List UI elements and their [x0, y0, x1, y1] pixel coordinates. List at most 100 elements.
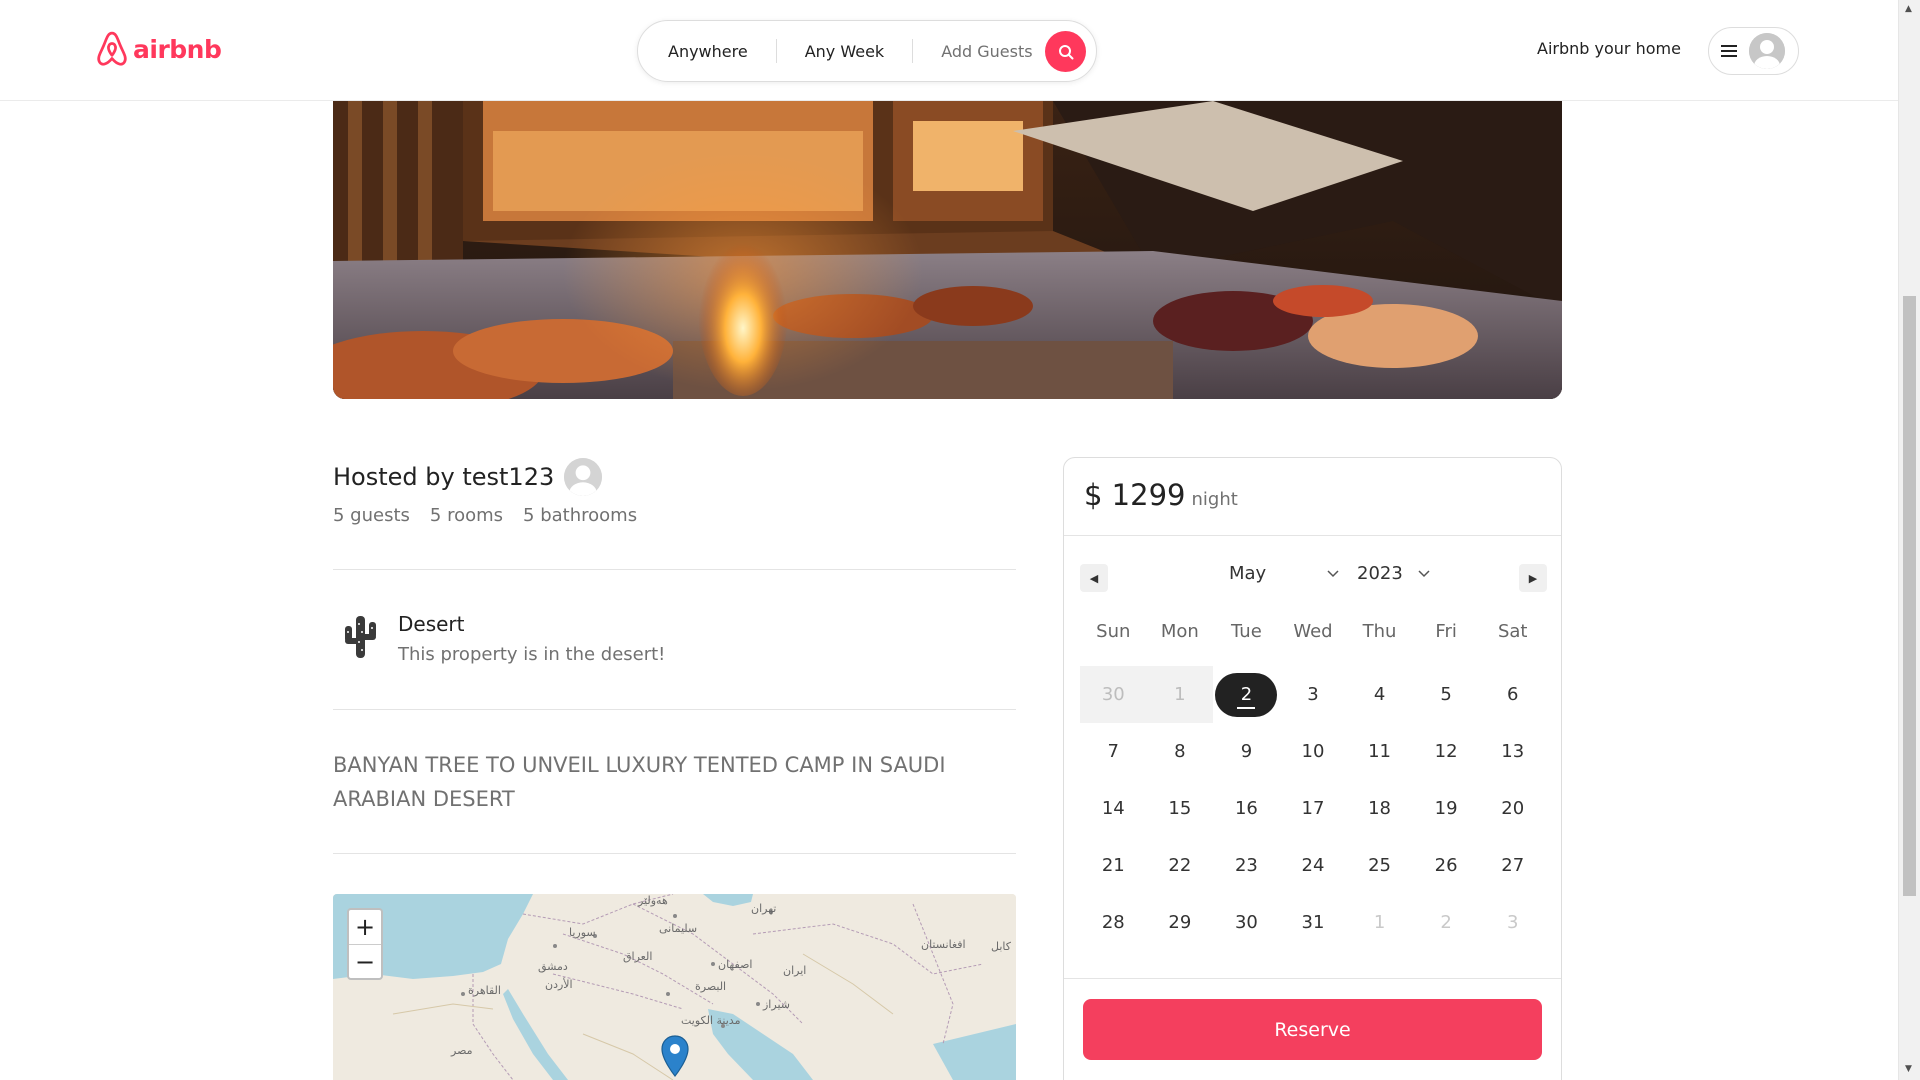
feature-title: Desert	[398, 612, 465, 636]
calendar-day[interactable]: 15	[1147, 780, 1214, 837]
calendar-day[interactable]: 25	[1346, 837, 1413, 894]
chevron-down-icon	[1418, 569, 1430, 577]
calendar-day[interactable]: 5	[1413, 666, 1480, 723]
host-your-home-link[interactable]: Airbnb your home	[1537, 39, 1681, 58]
airbnb-logo[interactable]: airbnb	[95, 30, 222, 68]
reserve-button[interactable]: Reserve	[1083, 999, 1542, 1060]
calendar-day[interactable]: 4	[1346, 666, 1413, 723]
search-bar[interactable]: Anywhere Any Week Add Guests	[637, 20, 1097, 82]
calendar-day[interactable]: 27	[1479, 837, 1546, 894]
calendar-day[interactable]: 22	[1147, 837, 1214, 894]
weekday-label: Sun	[1096, 621, 1131, 642]
calendar-day[interactable]: 3	[1280, 666, 1347, 723]
calendar-day[interactable]: 12	[1413, 723, 1480, 780]
desert-camp-photo	[333, 101, 1562, 399]
host-avatar-icon	[564, 458, 603, 496]
feature-text: Desert This property is in the desert!	[398, 612, 665, 665]
weekday-label: Mon	[1160, 621, 1199, 642]
calendar-day[interactable]: 9	[1213, 723, 1280, 780]
calendar-day-number: 3	[1506, 912, 1519, 933]
calendar-day-number: 3	[1307, 684, 1319, 705]
calendar-day[interactable]: 11	[1346, 723, 1413, 780]
calendar-day[interactable]: 26	[1413, 837, 1480, 894]
weekday-header: Sun Mon Tue Wed Thu Fri Sat	[1080, 621, 1546, 642]
calendar-day[interactable]: 14	[1080, 780, 1147, 837]
calendar-day[interactable]: 8	[1147, 723, 1214, 780]
calendar-day[interactable]: 19	[1413, 780, 1480, 837]
calendar-day[interactable]: 29	[1147, 894, 1214, 951]
map-zoom-control: + −	[347, 908, 383, 980]
map-label: القاهرة	[468, 984, 501, 997]
calendar-day-number: 28	[1101, 912, 1125, 933]
map-label: کابل	[991, 940, 1011, 953]
calendar-day-number: 19	[1434, 798, 1458, 819]
chevron-down-icon	[1327, 569, 1339, 577]
calendar-day-number: 30	[1234, 912, 1258, 933]
calendar-day: 1	[1146, 666, 1214, 723]
calendar-day[interactable]: 1	[1346, 894, 1413, 951]
calendar-day[interactable]: 3	[1479, 894, 1546, 951]
calendar-day-number: 16	[1234, 798, 1258, 819]
calendar-day[interactable]: 16	[1213, 780, 1280, 837]
airbnb-logo-icon	[97, 31, 127, 66]
calendar-day-number: 8	[1174, 741, 1186, 762]
price-row: $ 1299 night	[1084, 478, 1238, 512]
calendar-day[interactable]: 2	[1413, 894, 1480, 951]
month-select[interactable]: May	[1229, 563, 1346, 584]
calendar-day-selected[interactable]: 2	[1213, 666, 1280, 723]
search-icon	[1058, 44, 1073, 59]
calendar-day[interactable]: 17	[1280, 780, 1347, 837]
calendar-day[interactable]: 23	[1213, 837, 1280, 894]
search-button[interactable]	[1045, 31, 1086, 72]
host-title-text: Hosted by test123	[333, 463, 555, 491]
user-avatar	[1749, 33, 1785, 69]
map-label: سليمانى	[659, 922, 698, 935]
calendar-day-number: 6	[1506, 684, 1519, 705]
map-label: العراق	[623, 950, 653, 963]
calendar-day[interactable]: 31	[1280, 894, 1347, 951]
scroll-thumb[interactable]	[1903, 296, 1916, 896]
calendar-day[interactable]: 6	[1479, 666, 1546, 723]
calendar-day-number: 29	[1168, 912, 1192, 933]
calendar-day[interactable]: 30	[1213, 894, 1280, 951]
calendar-day[interactable]: 10	[1280, 723, 1347, 780]
calendar-day-number: 27	[1501, 855, 1525, 876]
calendar-day[interactable]: 20	[1479, 780, 1546, 837]
calendar-day[interactable]: 18	[1346, 780, 1413, 837]
calendar-day[interactable]: 13	[1479, 723, 1546, 780]
user-menu-button[interactable]	[1708, 27, 1799, 75]
year-select[interactable]: 2023	[1357, 563, 1431, 584]
location-map[interactable]: هەولێر تهران سوريا سليمانى العراق دمشق ا…	[333, 894, 1016, 1080]
calendar-day-number: 26	[1434, 855, 1458, 876]
section-divider	[333, 569, 1016, 570]
scroll-up-icon[interactable]: ▲	[1905, 4, 1912, 14]
search-week[interactable]: Any Week	[805, 42, 912, 61]
weekday-label: Tue	[1231, 621, 1262, 642]
card-divider	[1064, 978, 1561, 979]
page-scrollbar[interactable]: ▲ ▼	[1898, 0, 1920, 1080]
calendar-day-number: 13	[1501, 741, 1525, 762]
map-label: البصرة	[695, 980, 727, 993]
calendar-day-number: 12	[1434, 741, 1458, 762]
next-month-button[interactable]: ▶	[1519, 564, 1547, 592]
search-guests[interactable]: Add Guests	[941, 42, 1060, 61]
calendar-day[interactable]: 7	[1080, 723, 1147, 780]
zoom-in-button[interactable]: +	[349, 910, 381, 944]
calendar-day[interactable]: 21	[1080, 837, 1147, 894]
search-divider	[775, 39, 777, 63]
scroll-down-icon[interactable]: ▼	[1905, 1064, 1912, 1074]
search-location[interactable]: Anywhere	[668, 42, 776, 61]
prev-month-button[interactable]: ◀	[1080, 564, 1108, 592]
zoom-out-button[interactable]: −	[349, 944, 381, 978]
calendar-day-number: 15	[1168, 798, 1192, 819]
calendar-day-number: 1	[1174, 684, 1186, 705]
cactus-icon	[345, 616, 376, 658]
weekday-label: Wed	[1293, 621, 1333, 642]
listing-stats: 5 guests 5 rooms 5 bathrooms	[333, 505, 637, 526]
calendar-day[interactable]: 24	[1280, 837, 1347, 894]
map-marker-icon[interactable]	[659, 1034, 691, 1078]
host-avatar[interactable]	[564, 458, 603, 496]
map-label: ایران	[783, 964, 807, 977]
calendar-day[interactable]: 28	[1080, 894, 1147, 951]
map-label: الأردن	[545, 978, 573, 991]
